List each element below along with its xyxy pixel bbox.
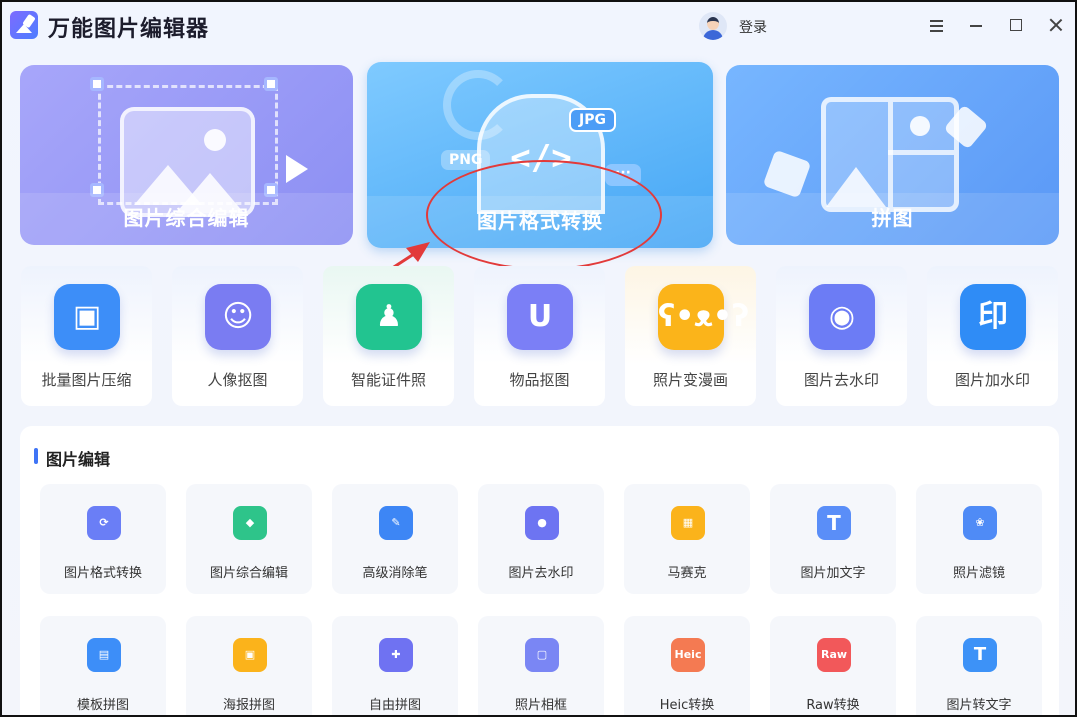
eraser-pen-icon: ✎ <box>379 506 413 540</box>
app-window: 万能图片编辑器 登录 图片综合编辑 </> JPG PNG ··· 图片格式转换… <box>2 2 1075 715</box>
edit-item-filter[interactable]: ❀ 照片滤镜 <box>916 484 1042 594</box>
app-title: 万能图片编辑器 <box>48 17 210 42</box>
menu-icon[interactable] <box>925 14 947 36</box>
edit-item-comprehensive-edit[interactable]: ◆ 图片综合编辑 <box>186 484 312 594</box>
tool-label: 图片加水印 <box>954 371 1030 389</box>
edit-item-label: 照片滤镜 <box>952 566 1005 581</box>
feature-card-label: 拼图 <box>871 206 914 230</box>
raw-file-icon: Raw <box>817 638 851 672</box>
portrait-icon: ☺ <box>205 284 271 350</box>
edit-item-label: 照片相框 <box>514 698 567 713</box>
title-bar: 万能图片编辑器 登录 <box>2 2 1075 50</box>
play-icon <box>286 155 308 183</box>
tool-label: 物品抠图 <box>509 371 570 389</box>
edit-item-label: 图片综合编辑 <box>209 566 288 581</box>
tool-id-photo[interactable]: ♟ 智能证件照 <box>323 266 454 406</box>
edit-item-mosaic[interactable]: ▦ 马赛克 <box>624 484 750 594</box>
format-convert-icon: ⟳ <box>87 506 121 540</box>
id-photo-icon: ♟ <box>356 284 422 350</box>
edit-item-remove-watermark[interactable]: ● 图片去水印 <box>478 484 604 594</box>
photo-frame-icon: ▢ <box>525 638 559 672</box>
edit-item-label: 马赛克 <box>667 566 707 581</box>
edit-item-heic-convert[interactable]: Heic Heic转换 <box>624 616 750 715</box>
maximize-icon[interactable] <box>1005 14 1027 36</box>
section-title: 图片编辑 <box>34 446 110 470</box>
drop-slash-icon: ● <box>525 506 559 540</box>
edit-item-image-to-text[interactable]: T 图片转文字 <box>916 616 1042 715</box>
feature-card-label: 图片综合编辑 <box>123 206 250 230</box>
edit-item-template-collage[interactable]: ▤ 模板拼图 <box>40 616 166 715</box>
tool-label: 人像抠图 <box>207 371 268 389</box>
close-icon[interactable] <box>1045 14 1067 36</box>
edit-item-add-text[interactable]: T 图片加文字 <box>770 484 896 594</box>
tool-remove-watermark[interactable]: ◉ 图片去水印 <box>776 266 907 406</box>
edit-item-label: 自由拼图 <box>368 698 421 713</box>
app-logo-icon <box>10 11 38 39</box>
edit-item-label: 海报拼图 <box>222 698 275 713</box>
image-edit-section: 图片编辑 ⟳ 图片格式转换 ◆ 图片综合编辑 ✎ 高级消除笔 ● 图片去水印 ▦… <box>20 426 1059 715</box>
minimize-icon[interactable] <box>965 14 987 36</box>
tool-portrait-cutout[interactable]: ☺ 人像抠图 <box>172 266 303 406</box>
edit-item-eraser[interactable]: ✎ 高级消除笔 <box>332 484 458 594</box>
puzzle-icon: ✚ <box>379 638 413 672</box>
puzzle-piece-icon <box>762 149 812 199</box>
edit-item-poster-collage[interactable]: ▣ 海报拼图 <box>186 616 312 715</box>
template-grid-icon: ▤ <box>87 638 121 672</box>
bear-face-icon: ʕ•ᴥ•ʔ <box>658 284 749 350</box>
tool-label: 图片去水印 <box>803 371 879 389</box>
edit-item-raw-convert[interactable]: Raw Raw转换 <box>770 616 896 715</box>
tool-label: 照片变漫画 <box>652 371 728 389</box>
edit-item-format-convert[interactable]: ⟳ 图片格式转换 <box>40 484 166 594</box>
edit-item-free-collage[interactable]: ✚ 自由拼图 <box>332 616 458 715</box>
tool-label: 智能证件照 <box>350 371 426 389</box>
poster-icon: ▣ <box>233 638 267 672</box>
heic-file-icon: Heic <box>671 638 705 672</box>
shopping-bag-icon: U <box>507 284 573 350</box>
stamp-icon: 印 <box>960 284 1026 350</box>
tool-photo-to-cartoon[interactable]: ʕ•ᴥ•ʔ 照片变漫画 <box>625 266 756 406</box>
edit-item-label: 高级消除笔 <box>362 566 428 581</box>
user-avatar[interactable] <box>699 12 727 40</box>
edit-item-label: 图片转文字 <box>946 698 1012 713</box>
filter-icon: ❀ <box>963 506 997 540</box>
drop-slash-icon: ◉ <box>809 284 875 350</box>
login-button[interactable]: 登录 <box>739 17 767 37</box>
jpg-badge: JPG <box>569 108 616 132</box>
image-to-text-icon: T <box>963 638 997 672</box>
edit-item-label: Raw转换 <box>806 698 860 713</box>
tool-add-watermark[interactable]: 印 图片加水印 <box>927 266 1058 406</box>
text-icon: T <box>817 506 851 540</box>
image-edit-icon: ◆ <box>233 506 267 540</box>
feature-card-image-edit[interactable]: 图片综合编辑 <box>20 65 353 245</box>
feature-card-puzzle[interactable]: 拼图 <box>726 65 1059 245</box>
edit-item-photo-frame[interactable]: ▢ 照片相框 <box>478 616 604 715</box>
mosaic-icon: ▦ <box>671 506 705 540</box>
edit-item-label: 图片去水印 <box>508 566 574 581</box>
edit-item-label: 图片加文字 <box>800 566 866 581</box>
tool-batch-compress[interactable]: ▣ 批量图片压缩 <box>21 266 152 406</box>
image-compress-icon: ▣ <box>54 284 120 350</box>
edit-item-label: Heic转换 <box>659 698 715 713</box>
edit-item-label: 图片格式转换 <box>63 566 142 581</box>
tool-object-cutout[interactable]: U 物品抠图 <box>474 266 605 406</box>
annotation-ellipse <box>426 160 662 270</box>
tool-label: 批量图片压缩 <box>41 371 132 389</box>
edit-item-label: 模板拼图 <box>76 698 129 713</box>
